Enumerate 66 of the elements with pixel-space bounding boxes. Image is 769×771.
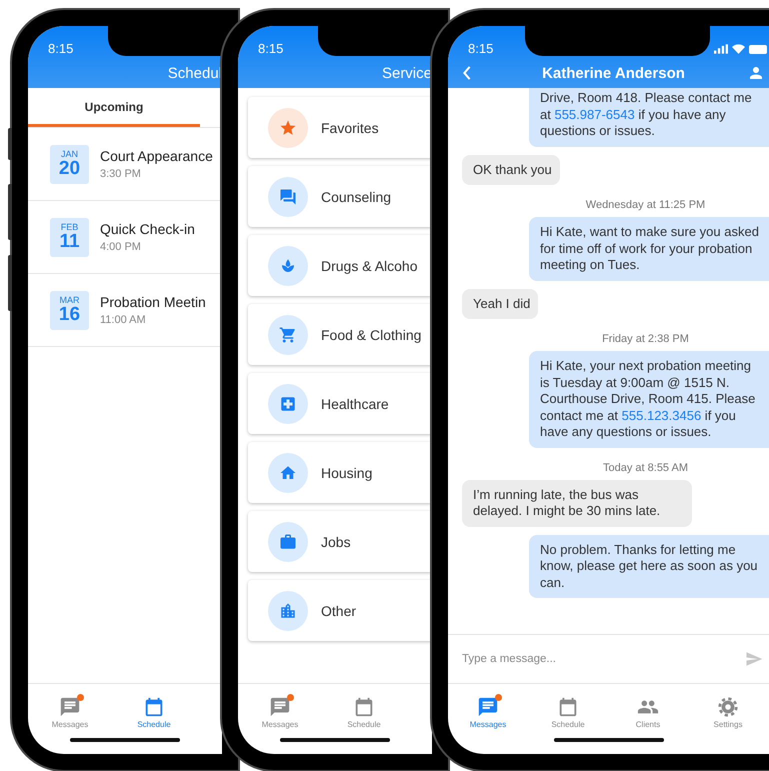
signal-icon (714, 44, 728, 54)
event-title: Court Appearance (100, 148, 213, 164)
tab-bar-item[interactable]: Schedule (112, 696, 196, 729)
service-card[interactable]: Counseling (248, 166, 432, 227)
tab-bar-item[interactable]: Settings (688, 696, 768, 729)
date-month: JAN (60, 149, 78, 159)
tab-bar-item[interactable]: Schedule (528, 696, 608, 729)
message-bubble: Drive, Room 418. Please contact me at 555.987-6543 if you have any questions or issues. (529, 88, 769, 146)
calendar-icon (353, 696, 375, 718)
chat-bubble-icon (269, 696, 291, 718)
service-card[interactable]: Other (248, 580, 432, 641)
service-label: Housing (321, 464, 372, 480)
event-title: Quick Check-in (100, 221, 195, 237)
service-label: Jobs (321, 534, 351, 550)
event-time: 11:00 AM (100, 314, 147, 326)
calendar-icon (557, 696, 579, 718)
timestamp: Today at 8:55 AM (602, 462, 689, 474)
calendar-icon (143, 696, 165, 718)
service-label: Healthcare (321, 396, 389, 412)
timestamp: Wednesday at 11:25 PM (584, 199, 706, 211)
date-month: FEB (60, 222, 78, 232)
service-card[interactable]: Drugs & Alcoho (248, 235, 432, 296)
message-bubble: No problem. Thanks for letting me know, please get here as soon as you can. (529, 534, 769, 598)
service-card[interactable]: Housing (248, 442, 432, 503)
service-label: Favorites (321, 120, 379, 136)
message-bubble: I’m running late, the bus was delayed. I might be 30 mins late. (462, 480, 692, 526)
person-icon[interactable] (747, 64, 765, 82)
tab-bar-item[interactable]: Messages (448, 696, 528, 729)
event-title: Probation Meetin (100, 294, 206, 310)
tab-bar-item[interactable]: Clients (608, 696, 688, 729)
gear-icon (717, 696, 739, 718)
service-label: Counseling (321, 188, 392, 204)
back-icon[interactable] (462, 66, 472, 80)
tab-bar-item[interactable]: Messages (28, 696, 112, 729)
event-time: 4:00 PM (100, 241, 142, 253)
service-label: Drugs & Alcoho (321, 258, 418, 274)
message-bubble: OK thank you (462, 154, 560, 185)
tab[interactable]: Upcoming (28, 88, 200, 127)
tab-bar-item[interactable]: Schedule (322, 696, 406, 729)
timestamp: Friday at 2:38 PM (601, 333, 690, 345)
service-card[interactable]: Food & Clothing (248, 304, 432, 365)
message-bubble: Hi Kate, your next probation meeting is Tuesday at 9:00am @ 1515 N. Courthouse Drive, Room 415. Please contact me at 555.123.3456 if you have any questions or issues. (529, 351, 769, 448)
chat-bubble-icon (477, 696, 499, 718)
screen-title: Service (382, 64, 432, 82)
service-card[interactable]: Jobs (248, 511, 432, 572)
status-time: 8:15 (258, 41, 284, 56)
event-time: 3:30 PM (100, 168, 142, 180)
status-time: 8:15 (48, 41, 74, 56)
chat-bubble-icon (59, 696, 81, 718)
service-label: Other (321, 602, 356, 618)
message-field[interactable]: Type a message... (462, 649, 745, 669)
battery-icon (749, 44, 767, 54)
date-day: 11 (59, 232, 80, 252)
status-time: 8:15 (468, 41, 494, 56)
send-icon[interactable] (745, 650, 763, 668)
wifi-icon (732, 44, 745, 54)
service-card[interactable]: Healthcare (248, 373, 432, 434)
service-card[interactable]: Favorites (248, 97, 432, 158)
date-day: 20 (58, 159, 80, 179)
date-day: 16 (58, 305, 80, 325)
message-bubble: Hi Kate, want to make sure you asked for time off of work for your probation meeting on Tues. (529, 217, 769, 280)
tab-bar-item[interactable]: Messages (238, 696, 322, 729)
service-label: Food & Clothing (321, 326, 422, 342)
date-month: MAR (60, 295, 80, 305)
screen-title: Katherine Anderson (542, 64, 685, 82)
message-bubble: Yeah I did (462, 288, 538, 319)
